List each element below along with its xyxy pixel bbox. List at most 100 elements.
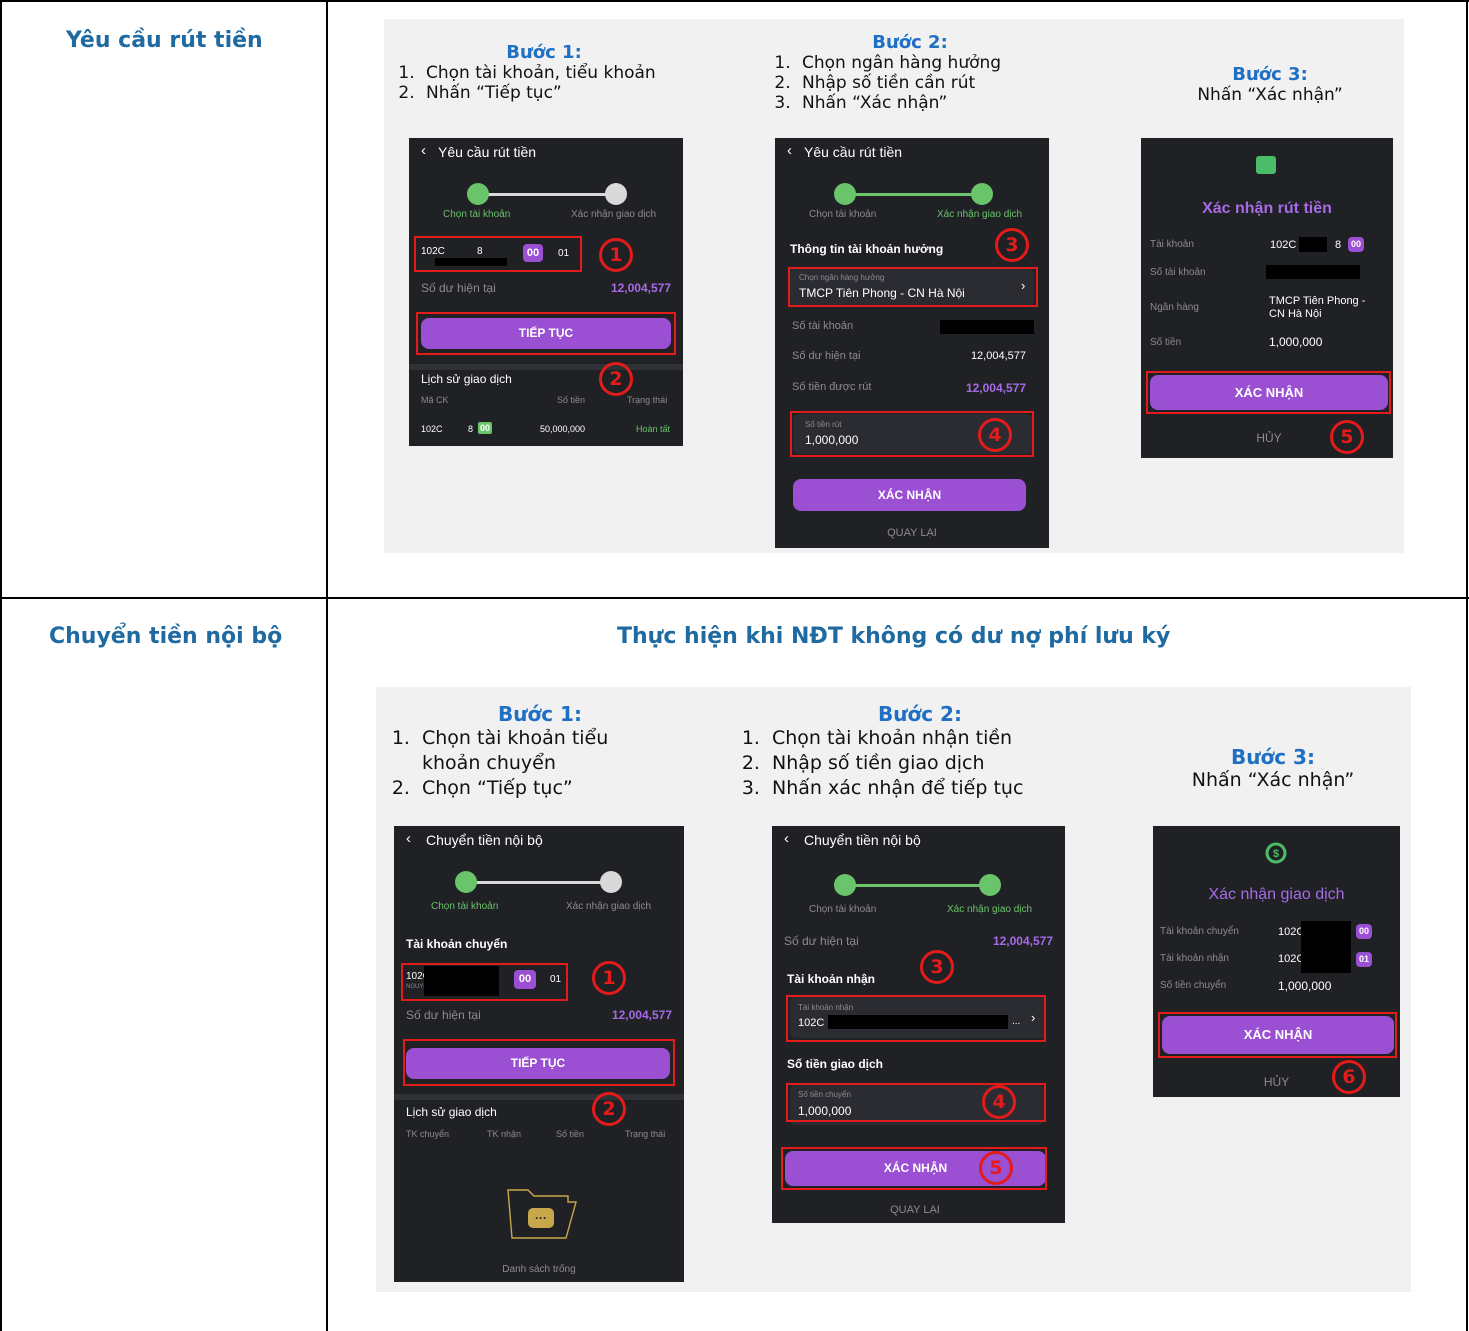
label: Số tiền chuyển <box>1160 980 1227 991</box>
confirm-button[interactable]: XÁC NHẬN <box>793 479 1026 511</box>
balance-value: 12,004,577 <box>610 281 671 295</box>
label: Tài khoản <box>1150 239 1194 250</box>
confirm-title: Xác nhận giao dịch <box>1208 886 1345 903</box>
col-header: Mã CK <box>421 395 449 405</box>
highlight-box <box>1158 1012 1397 1058</box>
redacted-block <box>1299 237 1327 252</box>
step-marker-2: 2 <box>599 362 633 396</box>
stepper-line <box>852 884 987 887</box>
row-label-withdraw: Yêu cầu rút tiền <box>66 28 263 53</box>
step-item: Chọn ngân hàng hưởng <box>796 53 1060 73</box>
table-border-left <box>0 0 2 1331</box>
value: 1,000,000 <box>1269 335 1323 349</box>
step-heading: Bước 1: <box>498 702 582 726</box>
step-item: Nhấn xác nhận để tiếp tục <box>766 776 1110 801</box>
screen-title: Yêu cầu rút tiền <box>438 144 537 160</box>
step-marker-2: 2 <box>592 1092 626 1126</box>
step-heading: Bước 2: <box>872 32 948 53</box>
transfer-step3-text: Bước 3: Nhấn “Xác nhận” <box>1163 745 1383 791</box>
withdraw-step3-text: Bước 3: Nhấn “Xác nhận” <box>1170 64 1370 105</box>
label: Số tài khoản <box>1150 267 1206 278</box>
empty-list-text: Danh sách trống <box>502 1264 576 1275</box>
wallet-icon <box>1256 156 1276 174</box>
value: 102C <box>1270 239 1297 251</box>
step-marker-3: 3 <box>920 950 954 984</box>
balance-value: 12,004,577 <box>992 934 1053 948</box>
check-circle-icon <box>979 874 1001 896</box>
step-item: Chọn “Tiếp tục” <box>416 776 666 801</box>
label: Tài khoản chuyển <box>1160 926 1239 937</box>
history-title: Lịch sử giao dịch <box>421 372 512 386</box>
stepper-label: Xác nhận giao dịch <box>566 901 652 912</box>
stepper-line <box>845 193 983 196</box>
table-column-divider <box>326 0 328 1331</box>
highlight-box <box>414 236 582 272</box>
step-heading: Bước 1: <box>506 42 582 63</box>
row-label-transfer: Chuyển tiền nội bộ <box>49 624 283 649</box>
back-button[interactable]: QUAY LẠI <box>772 1204 1058 1216</box>
label: Số tài khoản <box>792 320 854 332</box>
back-chevron-icon[interactable]: ‹ <box>406 830 411 847</box>
step-line: Nhấn “Xác nhận” <box>1191 769 1355 791</box>
value: 8 <box>1335 239 1342 251</box>
row-account: 102C <box>421 424 443 434</box>
step-line: Nhấn “Xác nhận” <box>1197 85 1343 105</box>
section-title: Thông tin tài khoản hưởng <box>790 242 944 256</box>
svg-text:···: ··· <box>535 1211 547 1225</box>
step-item: Nhập số tiền cần rút <box>796 73 1060 93</box>
withdraw-step1-text: Bước 1: Chọn tài khoản, tiểu khoảnNhấn “… <box>384 42 704 103</box>
step-marker-5: 5 <box>1330 420 1364 454</box>
label: Số tiền <box>1150 337 1182 348</box>
stepper-line <box>476 881 611 884</box>
withdraw-screen-select-account: ‹ Yêu cầu rút tiền Chọn tài khoản Xác nh… <box>409 138 683 446</box>
back-chevron-icon[interactable]: ‹ <box>784 830 789 847</box>
section-title: Tài khoản chuyển <box>406 937 508 951</box>
value: CN Hà Nội <box>1269 308 1322 320</box>
col-header: Trạng thái <box>627 395 668 405</box>
empty-folder-icon: ··· <box>507 1189 577 1239</box>
row-sub-badge: 00 <box>478 422 493 434</box>
step-item: Nhấn “Xác nhận” <box>796 93 1060 113</box>
withdraw-screen-bank-info: ‹ Yêu cầu rút tiền Chọn tài khoản Xác nh… <box>775 138 1049 548</box>
row-amount: 50,000,000 <box>540 424 586 434</box>
user-icon <box>834 183 856 205</box>
row-digit: 8 <box>468 424 474 434</box>
transfer-step2-text: Bước 2: Chọn tài khoản nhận tiềnNhập số … <box>730 702 1110 801</box>
back-chevron-icon[interactable]: ‹ <box>421 142 426 159</box>
step-marker-4: 4 <box>978 418 1012 452</box>
stepper-label-active: Chọn tài khoản <box>443 209 511 220</box>
check-circle-icon <box>605 183 627 205</box>
highlight-box <box>403 1039 675 1086</box>
step-marker-1: 1 <box>592 961 626 995</box>
label: Ngân hàng <box>1150 302 1199 313</box>
step-marker-4: 4 <box>982 1085 1016 1119</box>
check-circle-icon <box>971 183 993 205</box>
stepper-label-active: Xác nhận giao dịch <box>937 209 1023 220</box>
sub-account-badge: 01 <box>1356 952 1372 967</box>
step-item: Chọn tài khoản nhận tiền <box>766 726 1110 751</box>
back-button[interactable]: QUAY LẠI <box>775 527 1049 539</box>
highlight-box <box>786 995 1046 1042</box>
back-chevron-icon[interactable]: ‹ <box>787 142 792 159</box>
redacted-block <box>1266 265 1360 279</box>
label: Tài khoản nhận <box>1160 953 1229 964</box>
table-row-divider <box>0 597 1469 599</box>
stepper-label: Chọn tài khoản <box>809 904 877 915</box>
check-circle-icon <box>600 871 622 893</box>
balance-label: Số dư hiện tại <box>406 1008 481 1022</box>
redacted-block <box>1301 921 1351 973</box>
confirm-title: Xác nhận rút tiền <box>1202 200 1332 217</box>
step-heading: Bước 3: <box>1232 64 1308 85</box>
screen-title: Yêu cầu rút tiền <box>804 144 903 160</box>
money-transfer-icon: $ <box>1265 842 1287 864</box>
stepper-line <box>477 193 617 196</box>
stepper-label: Chọn tài khoản <box>809 209 877 220</box>
divider <box>409 364 683 370</box>
user-icon <box>834 874 856 896</box>
step-item: Nhập số tiền giao dịch <box>766 751 1110 776</box>
value: 12,004,577 <box>970 350 1026 362</box>
history-title: Lịch sử giao dịch <box>406 1105 497 1119</box>
col-header: Số tiền <box>556 1129 585 1139</box>
table-border-right <box>1466 0 1468 1331</box>
table-border-top <box>0 0 1469 2</box>
